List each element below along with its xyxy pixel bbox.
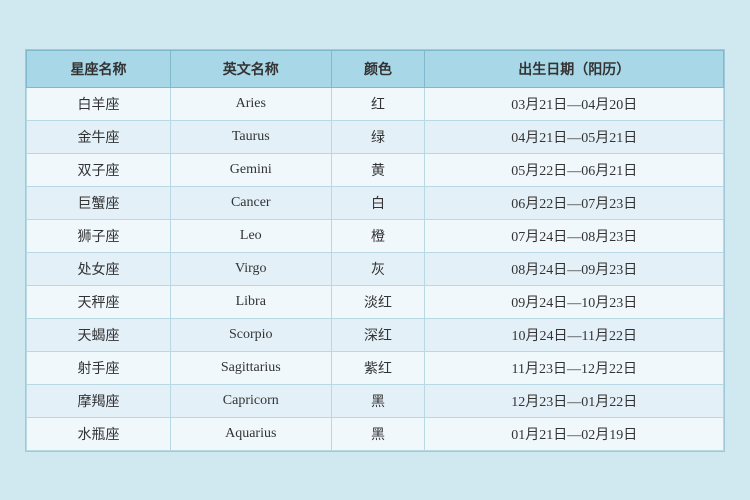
table-row: 双子座Gemini黄05月22日—06月21日: [27, 153, 724, 186]
cell-english-name: Capricorn: [171, 384, 332, 417]
cell-english-name: Leo: [171, 219, 332, 252]
cell-dates: 09月24日—10月23日: [425, 285, 724, 318]
zodiac-table-container: 星座名称 英文名称 颜色 出生日期（阳历） 白羊座Aries红03月21日—04…: [25, 49, 725, 452]
cell-dates: 01月21日—02月19日: [425, 417, 724, 450]
table-row: 摩羯座Capricorn黑12月23日—01月22日: [27, 384, 724, 417]
cell-dates: 05月22日—06月21日: [425, 153, 724, 186]
cell-color: 白: [331, 186, 425, 219]
header-english-name: 英文名称: [171, 50, 332, 87]
cell-color: 橙: [331, 219, 425, 252]
cell-chinese-name: 天蝎座: [27, 318, 171, 351]
cell-dates: 08月24日—09月23日: [425, 252, 724, 285]
table-row: 天秤座Libra淡红09月24日—10月23日: [27, 285, 724, 318]
cell-dates: 07月24日—08月23日: [425, 219, 724, 252]
cell-english-name: Virgo: [171, 252, 332, 285]
table-row: 白羊座Aries红03月21日—04月20日: [27, 87, 724, 120]
cell-chinese-name: 白羊座: [27, 87, 171, 120]
cell-color: 黄: [331, 153, 425, 186]
cell-chinese-name: 狮子座: [27, 219, 171, 252]
cell-chinese-name: 天秤座: [27, 285, 171, 318]
cell-chinese-name: 金牛座: [27, 120, 171, 153]
cell-dates: 06月22日—07月23日: [425, 186, 724, 219]
cell-english-name: Libra: [171, 285, 332, 318]
table-row: 射手座Sagittarius紫红11月23日—12月22日: [27, 351, 724, 384]
cell-english-name: Taurus: [171, 120, 332, 153]
cell-english-name: Aquarius: [171, 417, 332, 450]
header-birth-date: 出生日期（阳历）: [425, 50, 724, 87]
header-color: 颜色: [331, 50, 425, 87]
cell-color: 黑: [331, 417, 425, 450]
cell-color: 灰: [331, 252, 425, 285]
cell-chinese-name: 水瓶座: [27, 417, 171, 450]
table-row: 巨蟹座Cancer白06月22日—07月23日: [27, 186, 724, 219]
cell-color: 黑: [331, 384, 425, 417]
cell-english-name: Aries: [171, 87, 332, 120]
cell-dates: 04月21日—05月21日: [425, 120, 724, 153]
zodiac-table: 星座名称 英文名称 颜色 出生日期（阳历） 白羊座Aries红03月21日—04…: [26, 50, 724, 451]
cell-dates: 10月24日—11月22日: [425, 318, 724, 351]
table-row: 狮子座Leo橙07月24日—08月23日: [27, 219, 724, 252]
table-row: 天蝎座Scorpio深红10月24日—11月22日: [27, 318, 724, 351]
cell-english-name: Cancer: [171, 186, 332, 219]
cell-chinese-name: 射手座: [27, 351, 171, 384]
table-row: 水瓶座Aquarius黑01月21日—02月19日: [27, 417, 724, 450]
cell-chinese-name: 处女座: [27, 252, 171, 285]
cell-color: 红: [331, 87, 425, 120]
cell-dates: 12月23日—01月22日: [425, 384, 724, 417]
cell-chinese-name: 双子座: [27, 153, 171, 186]
table-header-row: 星座名称 英文名称 颜色 出生日期（阳历）: [27, 50, 724, 87]
cell-chinese-name: 巨蟹座: [27, 186, 171, 219]
header-chinese-name: 星座名称: [27, 50, 171, 87]
cell-chinese-name: 摩羯座: [27, 384, 171, 417]
cell-dates: 03月21日—04月20日: [425, 87, 724, 120]
cell-dates: 11月23日—12月22日: [425, 351, 724, 384]
cell-english-name: Scorpio: [171, 318, 332, 351]
cell-english-name: Gemini: [171, 153, 332, 186]
table-row: 处女座Virgo灰08月24日—09月23日: [27, 252, 724, 285]
cell-color: 紫红: [331, 351, 425, 384]
cell-color: 淡红: [331, 285, 425, 318]
cell-color: 绿: [331, 120, 425, 153]
cell-english-name: Sagittarius: [171, 351, 332, 384]
table-row: 金牛座Taurus绿04月21日—05月21日: [27, 120, 724, 153]
cell-color: 深红: [331, 318, 425, 351]
